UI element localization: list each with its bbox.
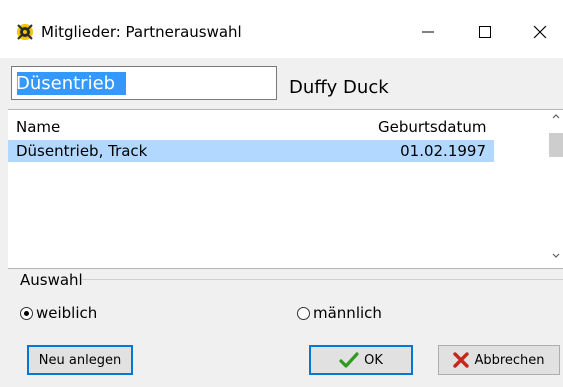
radio-unchecked-icon[interactable] [297,306,310,320]
search-field[interactable] [11,66,277,100]
close-icon [533,25,547,39]
checkmark-icon [339,352,359,368]
column-header-birthdate[interactable]: Geburtsdatum [378,118,486,136]
new-entry-button-label: Neu anlegen [38,352,122,368]
vertical-scrollbar[interactable] [549,110,563,268]
radio-maennlich[interactable]: männlich [297,304,382,322]
scroll-up-icon[interactable] [551,112,561,122]
cancel-button-label: Abbrechen [474,352,545,368]
cancel-button[interactable]: Abbrechen [438,345,560,375]
app-logo-icon [15,22,35,42]
radio-weiblich[interactable]: weiblich [20,304,97,322]
selected-partner-label: Duffy Duck [289,77,389,98]
ok-button[interactable]: OK [309,345,413,375]
column-header-name[interactable]: Name [16,118,60,136]
minimize-button[interactable] [405,14,451,50]
ok-button-label: OK [364,352,383,368]
partner-selection-dialog: Mitglieder: Partnerauswahl Duffy Duck Na… [0,0,563,387]
new-entry-button[interactable]: Neu anlegen [27,345,133,375]
list-item[interactable]: Düsentrieb, Track 01.02.1997 [8,140,494,162]
radio-checked-icon[interactable] [20,306,33,320]
group-divider [82,279,563,280]
scroll-down-icon[interactable] [551,250,561,260]
scrollbar-thumb[interactable] [549,133,563,157]
maximize-icon [479,26,491,38]
radio-weiblich-label: weiblich [36,304,98,322]
close-button[interactable] [517,14,563,50]
member-list[interactable]: Name Geburtsdatum Düsentrieb, Track 01.0… [8,109,563,269]
title-bar: Mitglieder: Partnerauswahl [0,0,563,58]
window-title: Mitglieder: Partnerauswahl [41,23,242,41]
list-item-birthdate: 01.02.1997 [400,142,486,160]
list-header: Name Geburtsdatum [8,118,548,138]
search-input[interactable] [16,71,266,95]
radio-maennlich-label: männlich [313,304,382,322]
cancel-x-icon [453,352,470,368]
minimize-icon [422,31,434,33]
maximize-button[interactable] [462,14,508,50]
group-label: Auswahl [20,271,83,289]
list-item-name: Düsentrieb, Track [16,142,148,160]
